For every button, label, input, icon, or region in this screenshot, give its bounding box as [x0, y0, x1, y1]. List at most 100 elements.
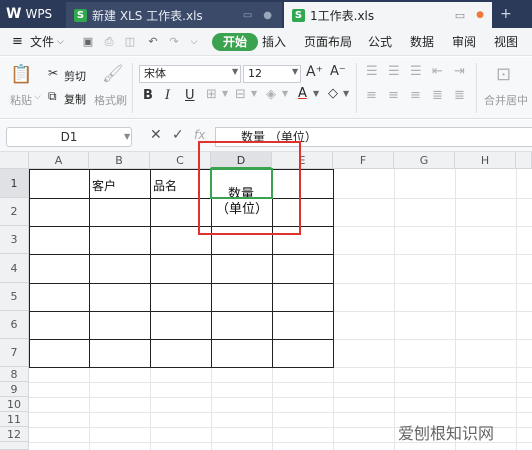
- tab-new-xls[interactable]: S 新建 XLS 工作表.xls ▭ ●: [66, 2, 282, 28]
- row-header-11[interactable]: 11: [0, 412, 29, 427]
- chevron-down-icon[interactable]: ▼: [282, 89, 288, 98]
- save-icon[interactable]: ▣: [82, 36, 94, 48]
- ribbon-divider: [476, 63, 477, 113]
- ribbon-divider: [132, 63, 133, 113]
- increase-font-icon[interactable]: A⁺: [306, 64, 323, 80]
- highlight-box: [198, 141, 301, 235]
- tab-1-xls[interactable]: S 1工作表.xls ▭ ●: [284, 2, 492, 28]
- chevron-down-icon[interactable]: ▼: [222, 89, 228, 98]
- column-header-a[interactable]: A: [29, 152, 89, 169]
- row-header-6[interactable]: 6: [0, 311, 29, 339]
- menu-insert[interactable]: 插入: [262, 28, 286, 56]
- chevron-down-icon[interactable]: ▼: [343, 89, 349, 98]
- menu-start[interactable]: 开始: [212, 33, 258, 51]
- close-dot-icon[interactable]: ●: [263, 10, 272, 21]
- decrease-font-icon[interactable]: A⁻: [330, 64, 346, 79]
- merge-center-icon[interactable]: ⊡: [496, 64, 511, 85]
- merge-center-label[interactable]: 合并居中: [484, 92, 528, 108]
- column-header-g[interactable]: G: [394, 152, 455, 169]
- chevron-down-icon[interactable]: ▼: [124, 132, 130, 141]
- monitor-icon[interactable]: ▭: [243, 10, 252, 21]
- quick-access-more-icon[interactable]: ⌵: [188, 36, 200, 48]
- print-preview-icon[interactable]: ◫: [124, 36, 136, 48]
- chevron-down-icon[interactable]: ▼: [313, 89, 319, 98]
- paste-label[interactable]: 粘贴: [10, 92, 32, 108]
- watermark-text: 爱刨根知识网: [398, 424, 495, 443]
- align-center-icon[interactable]: ≡: [388, 88, 399, 103]
- row-header-12[interactable]: 12: [0, 427, 29, 442]
- cell-b1[interactable]: 客户: [92, 177, 116, 194]
- chevron-down-icon[interactable]: ▼: [232, 67, 238, 76]
- fill-color-icon[interactable]: ◈: [266, 87, 276, 102]
- spreadsheet-icon: S: [292, 8, 305, 22]
- paste-icon[interactable]: 📋: [10, 64, 32, 85]
- name-box[interactable]: D1: [6, 127, 132, 147]
- distribute-icon[interactable]: ≣: [454, 88, 465, 103]
- cut-button[interactable]: 剪切: [64, 68, 86, 84]
- justify-icon[interactable]: ≣: [432, 88, 443, 103]
- column-header-i[interactable]: [516, 152, 532, 169]
- chevron-down-icon[interactable]: ⌵: [57, 28, 64, 56]
- font-color-icon[interactable]: A: [298, 86, 307, 101]
- copy-button[interactable]: 复制: [64, 91, 86, 107]
- add-tab-icon[interactable]: +: [500, 6, 512, 22]
- row-header-13[interactable]: [0, 442, 29, 450]
- border-icon[interactable]: ⊞: [206, 87, 217, 102]
- wps-logo-icon: W: [6, 6, 22, 22]
- redo-icon[interactable]: ↷: [168, 36, 180, 48]
- undo-icon[interactable]: ↶: [147, 36, 159, 48]
- align-left-icon[interactable]: ≡: [366, 88, 377, 103]
- italic-button[interactable]: I: [165, 88, 170, 103]
- scissors-icon: ✂: [48, 66, 59, 80]
- row-header-7[interactable]: 7: [0, 339, 29, 367]
- align-top-icon[interactable]: ☰: [366, 64, 378, 79]
- monitor-icon[interactable]: ▭: [455, 9, 465, 22]
- format-painter-label[interactable]: 格式刷: [94, 92, 127, 108]
- wps-home-tab[interactable]: W WPS: [0, 0, 64, 28]
- cell-c1[interactable]: 品名: [153, 177, 177, 194]
- print-icon[interactable]: ⎙: [103, 36, 115, 48]
- row-header-8[interactable]: 8: [0, 367, 29, 382]
- ribbon-divider: [356, 63, 357, 113]
- paste-dropdown-icon[interactable]: ⌵: [34, 92, 41, 102]
- menu-formula[interactable]: 公式: [368, 28, 392, 56]
- spreadsheet-icon: S: [74, 8, 87, 22]
- clear-format-icon[interactable]: ◇: [328, 86, 338, 101]
- fx-icon[interactable]: fx: [194, 128, 205, 142]
- select-all-corner[interactable]: [0, 152, 29, 169]
- menu-data[interactable]: 数据: [410, 28, 434, 56]
- confirm-icon[interactable]: ✓: [172, 127, 184, 143]
- row-header-2[interactable]: 2: [0, 198, 29, 226]
- align-right-icon[interactable]: ≡: [410, 88, 421, 103]
- row-header-9[interactable]: 9: [0, 382, 29, 397]
- column-header-b[interactable]: B: [89, 152, 150, 169]
- tab-label: 1工作表.xls: [310, 8, 375, 23]
- align-middle-icon[interactable]: ☰: [388, 64, 400, 79]
- menu-file[interactable]: 文件: [30, 28, 54, 56]
- format-painter-icon[interactable]: 🖌: [102, 64, 124, 84]
- indent-decrease-icon[interactable]: ⇤: [432, 64, 443, 79]
- row-header-4[interactable]: 4: [0, 254, 29, 283]
- hamburger-icon[interactable]: ≡: [12, 28, 23, 56]
- row-header-1[interactable]: 1: [0, 169, 29, 198]
- unsaved-dot-icon: ●: [476, 10, 484, 20]
- row-header-3[interactable]: 3: [0, 226, 29, 254]
- cancel-icon[interactable]: ✕: [150, 127, 162, 143]
- row-header-5[interactable]: 5: [0, 283, 29, 311]
- menu-view[interactable]: 视图: [494, 28, 518, 56]
- align-bottom-icon[interactable]: ☰: [410, 64, 422, 79]
- row-header-10[interactable]: 10: [0, 397, 29, 412]
- cell-style-icon[interactable]: ⊟: [235, 87, 246, 102]
- underline-button[interactable]: U: [185, 88, 195, 103]
- menu-review[interactable]: 审阅: [452, 28, 476, 56]
- font-name-select[interactable]: 宋体: [139, 65, 241, 83]
- chevron-down-icon[interactable]: ▼: [292, 67, 298, 76]
- column-header-h[interactable]: H: [455, 152, 516, 169]
- bold-button[interactable]: B: [143, 88, 153, 103]
- wps-label: WPS: [25, 7, 53, 21]
- chevron-down-icon[interactable]: ▼: [251, 89, 257, 98]
- indent-increase-icon[interactable]: ⇥: [454, 64, 465, 79]
- column-header-f[interactable]: F: [333, 152, 394, 169]
- menu-page-layout[interactable]: 页面布局: [304, 28, 352, 56]
- copy-icon: ⧉: [48, 89, 57, 103]
